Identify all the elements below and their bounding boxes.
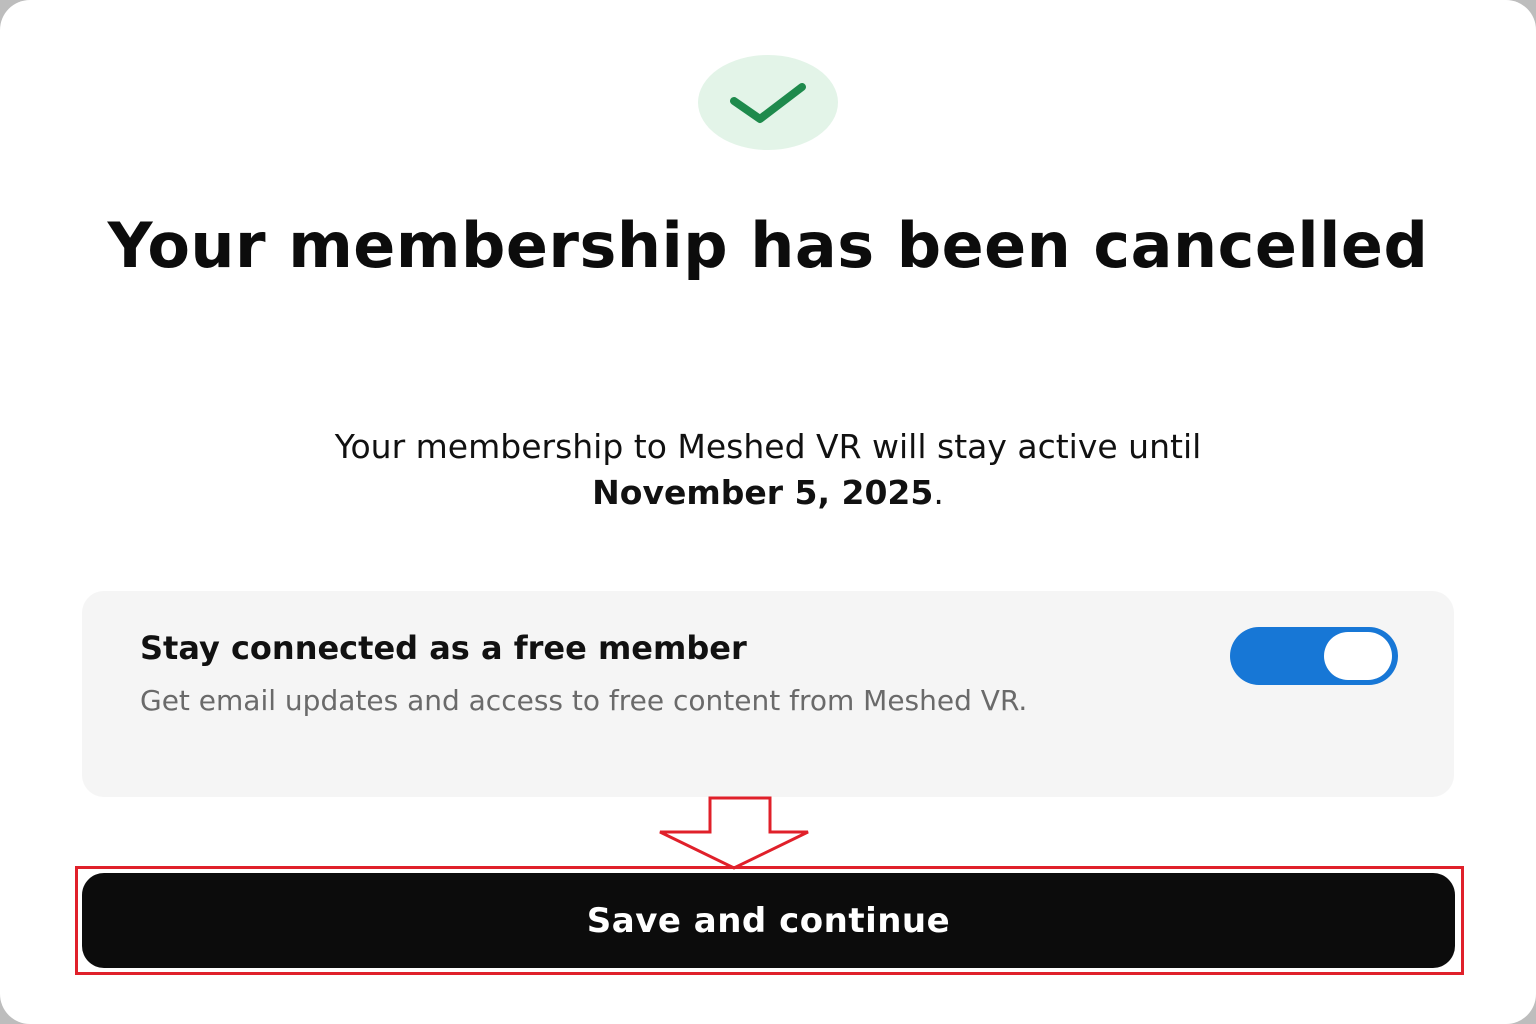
end-date: November 5, 2025 (592, 473, 934, 512)
toggle-knob (1324, 632, 1392, 680)
success-badge (698, 55, 838, 150)
cancellation-dialog: Your membership has been cancelled Your … (0, 0, 1536, 1024)
message-text: Your membership to Meshed VR will stay a… (334, 427, 1202, 466)
dialog-title: Your membership has been cancelled (107, 209, 1429, 282)
highlight-box (75, 866, 1464, 975)
down-arrow-icon (659, 796, 809, 870)
free-member-description: Get email updates and access to free con… (140, 684, 1028, 717)
message-suffix: . (933, 473, 944, 512)
dialog-message: Your membership to Meshed VR will stay a… (0, 424, 1536, 516)
free-member-toggle[interactable] (1230, 627, 1398, 685)
free-member-title: Stay connected as a free member (140, 629, 747, 667)
free-member-card: Stay connected as a free member Get emai… (82, 591, 1454, 797)
check-icon (730, 82, 806, 123)
